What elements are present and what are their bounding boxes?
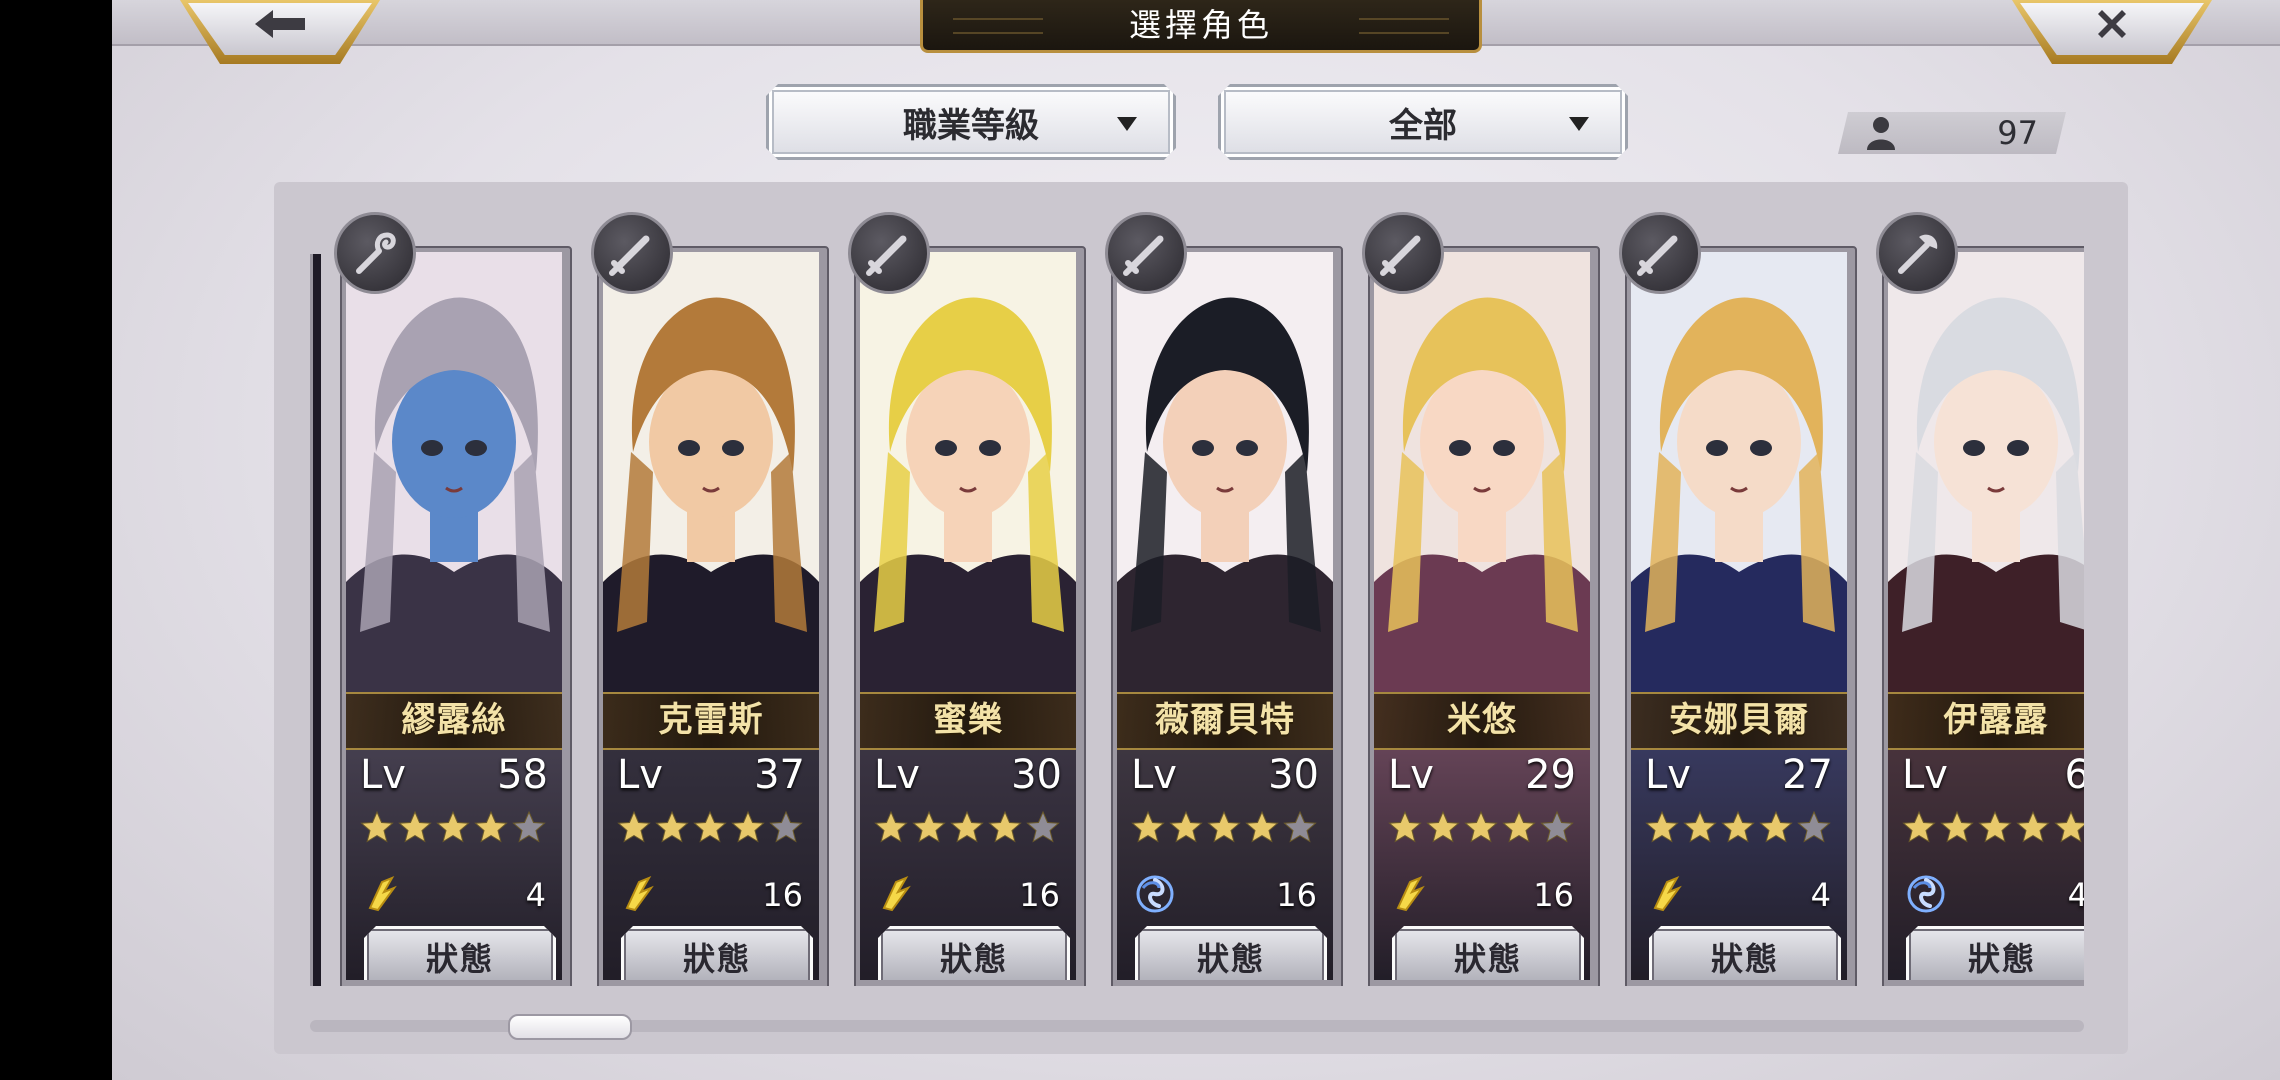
scrollbar-thumb[interactable] [508,1014,632,1040]
character-info: 安娜貝爾 Lv 27 4 狀態 [1631,692,1847,980]
staff-weapon-icon [334,212,416,294]
character-name: 薇爾貝特 [1117,692,1333,750]
sword-weapon-icon [591,212,673,294]
character-card[interactable]: 安娜貝爾 Lv 27 4 狀態 [1619,212,1857,986]
back-button[interactable] [180,0,380,64]
rarity-stars [1388,810,1574,844]
lightning-element-icon [621,874,661,914]
character-info: 米悠 Lv 29 16 狀態 [1374,692,1590,980]
chevron-down-icon [1115,115,1139,133]
wind-element-icon [1906,874,1946,914]
character-name: 安娜貝爾 [1631,692,1847,750]
level-label: Lv [1388,752,1434,798]
level-label: Lv [1645,752,1691,798]
character-card[interactable]: 米悠 Lv 29 16 狀態 [1362,212,1600,986]
character-info: 蜜樂 Lv 30 16 狀態 [860,692,1076,980]
character-info: 伊露露 Lv 6 4 狀態 [1888,692,2084,980]
rarity-stars [1131,810,1317,844]
character-card[interactable]: 克雷斯 Lv 37 16 狀態 [591,212,829,986]
sword-weapon-icon [848,212,930,294]
level-value: 37 [754,752,805,798]
level-value: 27 [1782,752,1833,798]
element-count: 16 [762,876,803,914]
level-label: Lv [617,752,663,798]
lightning-element-icon [364,874,404,914]
character-name: 蜜樂 [860,692,1076,750]
character-info: 克雷斯 Lv 37 16 狀態 [603,692,819,980]
character-card[interactable]: 伊露露 Lv 6 4 狀態 [1876,212,2084,986]
status-button[interactable]: 狀態 [878,926,1070,980]
level-value: 29 [1525,752,1576,798]
partial-character-card [310,254,321,986]
level-value: 30 [1011,752,1062,798]
element-count: 16 [1533,876,1574,914]
lightning-element-icon [1392,874,1432,914]
lightning-element-icon [878,874,918,914]
character-carousel[interactable]: 繆露絲 Lv 58 4 狀態 克雷斯 Lv 37 16 狀態 蜜樂 Lv 30 16 狀態 薇爾貝特 Lv 30 1… [310,212,2084,986]
page-title: 選擇角色 [1128,6,1273,44]
element-count: 16 [1019,876,1060,914]
character-count: 97 [1997,114,2038,152]
character-portrait [1117,252,1333,692]
element-count: 4 [525,876,546,914]
character-list-panel: 繆露絲 Lv 58 4 狀態 克雷斯 Lv 37 16 狀態 蜜樂 Lv 30 16 狀態 薇爾貝特 Lv 30 1… [274,182,2128,1054]
back-arrow-icon [255,10,305,38]
level-label: Lv [360,752,406,798]
element-count: 4 [2067,876,2084,914]
character-info: 繆露絲 Lv 58 4 狀態 [346,692,562,980]
rarity-stars [874,810,1060,844]
level-label: Lv [1131,752,1177,798]
sort-dropdown-label: 職業等級 [903,105,1039,146]
status-button[interactable]: 狀態 [1392,926,1584,980]
element-count: 4 [1810,876,1831,914]
status-button[interactable]: 狀態 [1135,926,1327,980]
character-card[interactable]: 薇爾貝特 Lv 30 16 狀態 [1105,212,1343,986]
character-name: 繆露絲 [346,692,562,750]
game-screen: 選擇角色 職業等級 全部 97 繆露絲 Lv 58 4 狀態 克雷斯 Lv 37 16 狀態 蜜樂 L… [112,0,2280,1080]
rarity-stars [1902,810,2084,844]
page-title-plate: 選擇角色 [920,0,1482,53]
character-portrait [603,252,819,692]
rarity-stars [1645,810,1831,844]
character-info: 薇爾貝特 Lv 30 16 狀態 [1117,692,1333,980]
chevron-down-icon [1567,115,1591,133]
level-label: Lv [1902,752,1948,798]
sword-weapon-icon [1362,212,1444,294]
element-count: 16 [1276,876,1317,914]
sword-weapon-icon [1105,212,1187,294]
person-icon [1866,116,1896,150]
wind-element-icon [1135,874,1175,914]
level-value: 30 [1268,752,1319,798]
character-portrait [1888,252,2084,692]
sort-dropdown[interactable]: 職業等級 [766,84,1176,160]
character-count-box: 97 [1838,112,2066,154]
character-portrait [860,252,1076,692]
close-button[interactable] [2012,0,2212,64]
axe-weapon-icon [1876,212,1958,294]
category-dropdown[interactable]: 全部 [1218,84,1628,160]
level-value: 58 [497,752,548,798]
character-portrait [346,252,562,692]
rarity-stars [617,810,803,844]
character-name: 克雷斯 [603,692,819,750]
character-name: 米悠 [1374,692,1590,750]
lightning-element-icon [1649,874,1689,914]
status-button[interactable]: 狀態 [364,926,556,980]
status-button[interactable]: 狀態 [621,926,813,980]
character-portrait [1631,252,1847,692]
level-value: 6 [2064,752,2084,798]
category-dropdown-label: 全部 [1389,105,1457,146]
character-name: 伊露露 [1888,692,2084,750]
sword-weapon-icon [1619,212,1701,294]
status-button[interactable]: 狀態 [1649,926,1841,980]
status-button[interactable]: 狀態 [1906,926,2084,980]
character-portrait [1374,252,1590,692]
level-label: Lv [874,752,920,798]
character-card[interactable]: 繆露絲 Lv 58 4 狀態 [334,212,572,986]
character-card[interactable]: 蜜樂 Lv 30 16 狀態 [848,212,1086,986]
rarity-stars [360,810,546,844]
close-icon [2098,10,2126,38]
